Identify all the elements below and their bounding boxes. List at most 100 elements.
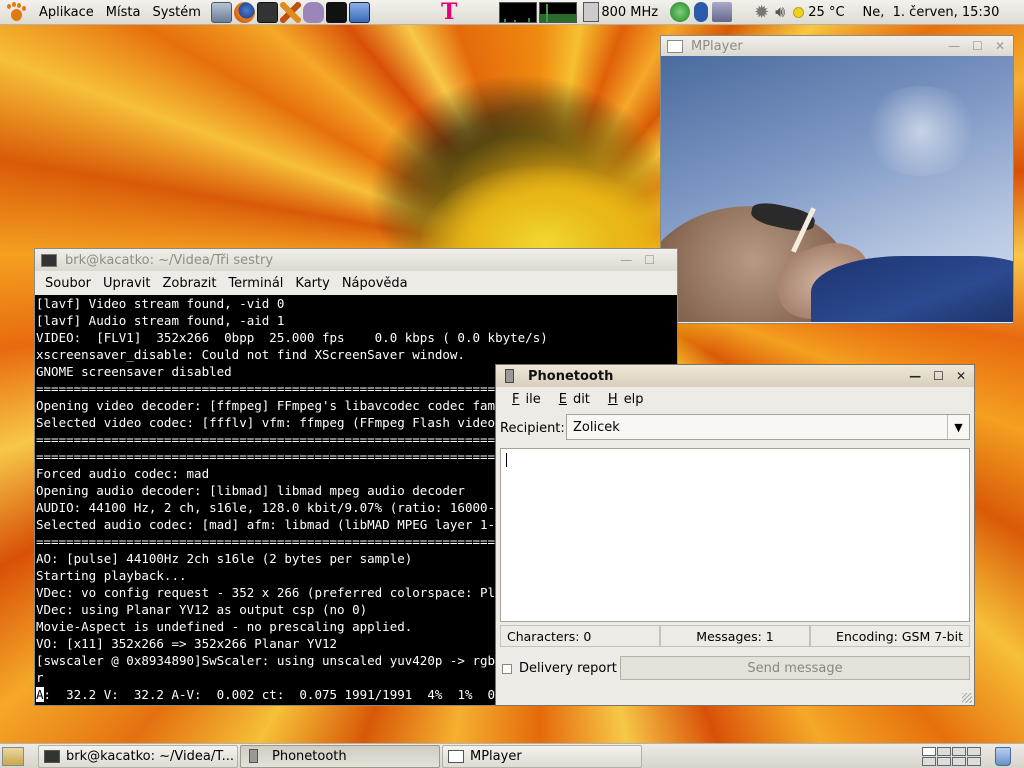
menu-aplikace[interactable]: Aplikace — [33, 5, 100, 20]
workspace-7[interactable] — [952, 756, 966, 766]
messages-count: Messages: 1 — [660, 625, 810, 647]
workspace-3[interactable] — [952, 746, 966, 756]
text-cursor — [506, 453, 507, 467]
phone-icon — [505, 369, 514, 383]
workspace-6[interactable] — [937, 756, 951, 766]
menu-edit[interactable]: Edit — [547, 392, 596, 407]
app-launcher-icon[interactable] — [325, 1, 347, 23]
terminal-window-icon — [41, 253, 57, 267]
workspace-1[interactable] — [922, 746, 936, 756]
video-sun-glare — [861, 86, 981, 176]
terminal-status-text: : 32.2 V: 32.2 A-V: 0.002 ct: 0.075 1991… — [43, 687, 548, 702]
workspace-8[interactable] — [967, 756, 981, 766]
cpu-freq-text: 800 MHz — [601, 4, 659, 20]
menu-mista[interactable]: Místa — [100, 5, 147, 20]
taskbar-item-phonetooth[interactable]: Phonetooth — [240, 744, 440, 768]
bottom-panel: brk@kacatko: ~/Videa/T... Phonetooth MPl… — [0, 743, 1024, 768]
workspace-switcher[interactable] — [922, 746, 981, 766]
send-message-button[interactable]: Send message — [620, 656, 970, 680]
bluetooth-icon[interactable] — [694, 2, 709, 22]
video-shirt — [811, 256, 1013, 322]
phonetooth-title: Phonetooth — [528, 368, 614, 384]
menu-napoveda[interactable]: Nápověda — [336, 276, 414, 291]
gnome-foot-icon[interactable] — [5, 2, 27, 22]
network-manager-icon[interactable] — [712, 2, 733, 22]
workspace-4[interactable] — [967, 746, 981, 756]
t-mobile-logo: T — [440, 0, 458, 25]
minimize-icon[interactable]: — — [948, 39, 960, 53]
mplayer-window-icon — [667, 39, 683, 53]
terminal-titlebar[interactable]: brk@kacatko: ~/Videa/Tři sestry — ☐ — [35, 249, 677, 271]
terminal-line: [lavf] Video stream found, -vid 0 — [36, 296, 285, 311]
terminal-task-icon — [44, 749, 60, 763]
brightness-icon[interactable]: ✹ — [754, 2, 769, 23]
terminal-title: brk@kacatko: ~/Videa/Tři sestry — [65, 252, 274, 268]
menu-system[interactable]: Systém — [146, 5, 206, 20]
recipient-row: Recipient: Zolicek ▼ — [496, 411, 974, 443]
menu-upravit[interactable]: Upravit — [97, 276, 156, 291]
video-frame[interactable] — [661, 56, 1013, 322]
maximize-icon[interactable]: ☐ — [972, 39, 983, 53]
terminal-cursor: A — [36, 687, 44, 702]
chevron-down-icon[interactable]: ▼ — [947, 415, 969, 439]
close-icon[interactable]: ✕ — [956, 369, 966, 383]
minimize-icon[interactable]: — — [620, 253, 632, 267]
monitor-launcher-icon[interactable] — [348, 1, 370, 23]
message-textarea[interactable] — [500, 448, 970, 622]
system-monitor[interactable] — [497, 1, 578, 23]
menu-file[interactable]: File — [500, 392, 547, 407]
mplayer-task-icon — [448, 749, 464, 763]
tools-launcher-icon[interactable] — [279, 1, 301, 23]
phonetooth-menubar: File Edit Help — [496, 387, 974, 411]
close-icon[interactable]: ✕ — [995, 39, 1005, 53]
cpu-freq-icon — [583, 2, 600, 22]
menu-soubor[interactable]: Soubor — [39, 276, 97, 291]
mplayer-window: MPlayer — ☐ ✕ — [660, 35, 1014, 324]
volume-icon[interactable]: 🔊︎ — [775, 2, 785, 22]
network-status-icon[interactable] — [670, 2, 691, 22]
recipient-combobox[interactable]: Zolicek ▼ — [566, 414, 970, 440]
taskbar-item-terminal[interactable]: brk@kacatko: ~/Videa/T... — [38, 744, 238, 768]
mplayer-title: MPlayer — [691, 38, 743, 54]
taskbar-label: brk@kacatko: ~/Videa/T... — [66, 748, 235, 764]
show-desktop-icon[interactable] — [2, 746, 24, 766]
encoding-status: Encoding: GSM 7-bit — [810, 625, 970, 647]
clock[interactable]: Ne, 1. červen, 15:30 — [863, 5, 1000, 20]
file-manager-launcher-icon[interactable] — [210, 1, 232, 23]
menu-help[interactable]: Help — [596, 392, 650, 407]
recipient-value: Zolicek — [573, 419, 620, 435]
menu-zobrazit[interactable]: Zobrazit — [156, 276, 222, 291]
trash-icon[interactable] — [995, 746, 1011, 766]
phone-task-icon — [249, 749, 258, 763]
workspace-2[interactable] — [937, 746, 951, 756]
taskbar-item-mplayer[interactable]: MPlayer — [442, 744, 642, 768]
terminal-line: VIDEO: [FLV1] 352x266 0bpp 25.000 fps 0.… — [36, 330, 548, 345]
terminal-launcher-icon[interactable] — [256, 1, 278, 23]
menu-karty[interactable]: Karty — [289, 276, 335, 291]
taskbar-label: Phonetooth — [272, 748, 347, 764]
resize-grip-icon[interactable] — [962, 693, 972, 703]
taskbar-label: MPlayer — [470, 748, 522, 764]
delivery-report-label: Delivery report — [519, 661, 617, 676]
terminal-line: [lavf] Audio stream found, -aid 1 — [36, 313, 285, 328]
phonetooth-window: Phonetooth — ☐ ✕ File Edit Help Recipien… — [495, 364, 975, 706]
mplayer-titlebar[interactable]: MPlayer — ☐ ✕ — [661, 36, 1013, 56]
maximize-icon[interactable]: ☐ — [644, 253, 655, 267]
maximize-icon[interactable]: ☐ — [933, 369, 944, 383]
checkbox-box[interactable] — [502, 663, 512, 674]
recipient-label: Recipient: — [500, 421, 565, 436]
minimize-icon[interactable]: — — [909, 369, 921, 383]
memory-graph — [539, 1, 578, 23]
characters-count: Characters: 0 — [500, 625, 660, 647]
pidgin-launcher-icon[interactable] — [302, 1, 324, 23]
weather-sun-icon — [793, 6, 805, 18]
workspace-5[interactable] — [922, 756, 936, 766]
terminal-line: xscreensaver_disable: Could not find XSc… — [36, 347, 465, 362]
terminal-menubar: Soubor Upravit Zobrazit Terminál Karty N… — [35, 271, 677, 295]
weather-temperature[interactable]: 25 °C — [808, 5, 844, 20]
firefox-launcher-icon[interactable] — [233, 1, 255, 23]
menu-terminal[interactable]: Terminál — [222, 276, 289, 291]
delivery-report-checkbox[interactable]: Delivery report — [502, 661, 617, 676]
top-panel: Aplikace Místa Systém T 800 MHz ✹ 🔊︎ 25 … — [0, 0, 1024, 25]
phonetooth-titlebar[interactable]: Phonetooth — ☐ ✕ — [496, 365, 974, 387]
